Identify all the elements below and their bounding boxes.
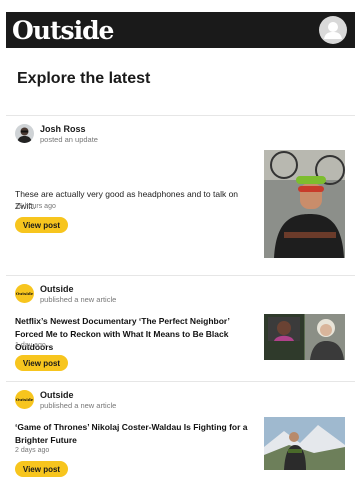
feed-item-author[interactable]: Josh Ross posted an update	[15, 124, 98, 145]
outside-avatar-badge[interactable]: Outside	[15, 284, 34, 303]
avatar-label: Outside	[15, 291, 34, 296]
author-name[interactable]: Outside	[40, 284, 116, 295]
top-nav-bar: Outside	[6, 12, 355, 48]
divider	[6, 275, 355, 276]
feed-item-author[interactable]: Outside Outside published a new article	[15, 390, 116, 411]
author-name[interactable]: Josh Ross	[40, 124, 98, 135]
view-post-button[interactable]: View post	[15, 217, 68, 233]
author-name[interactable]: Outside	[40, 390, 116, 401]
view-post-button[interactable]: View post	[15, 355, 68, 371]
author-avatar[interactable]	[15, 124, 34, 143]
post-thumbnail[interactable]	[264, 150, 345, 258]
post-timestamp: 15 hours ago	[15, 203, 56, 210]
article-headline[interactable]: Netflix’s Newest Documentary ‘The Perfec…	[15, 315, 257, 354]
view-post-button[interactable]: View post	[15, 461, 68, 477]
post-timestamp: 2 days ago	[15, 447, 50, 454]
article-thumbnail[interactable]	[264, 314, 345, 360]
article-headline[interactable]: ‘Game of Thrones’ Nikolaj Coster-Waldau …	[15, 421, 257, 447]
post-timestamp: 1 day ago	[15, 342, 46, 349]
divider	[6, 115, 355, 116]
article-thumbnail[interactable]	[264, 417, 345, 470]
author-action: published a new article	[40, 401, 117, 410]
author-action: posted an update	[40, 135, 98, 144]
outside-avatar-badge[interactable]: Outside	[15, 390, 34, 409]
page-title: Explore the latest	[17, 70, 151, 87]
divider	[6, 381, 355, 382]
feed-item-author[interactable]: Outside Outside published a new article	[15, 284, 116, 305]
outside-logo[interactable]: Outside	[12, 18, 114, 43]
avatar-label: Outside	[15, 397, 34, 402]
profile-button[interactable]	[319, 16, 347, 44]
author-action: published a new article	[40, 295, 117, 304]
user-avatar-icon	[324, 22, 342, 39]
